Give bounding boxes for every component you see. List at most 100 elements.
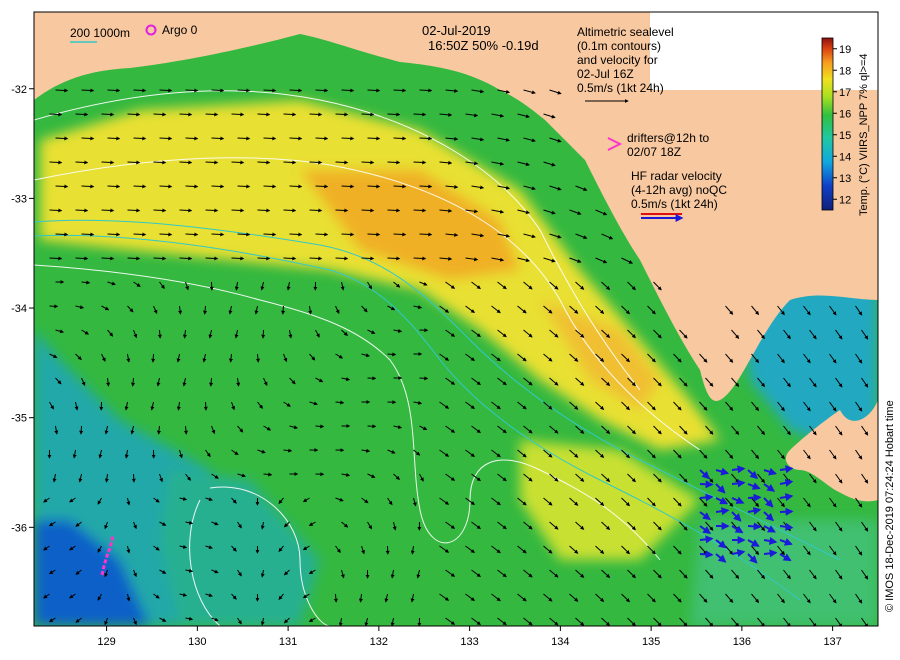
colorbar-tick-label: 19 — [839, 44, 851, 56]
altimetry-arrow — [133, 184, 147, 189]
altimetry-arrow — [289, 88, 303, 93]
x-tick-label: 130 — [188, 636, 206, 648]
altimetry-arrow — [153, 208, 167, 213]
altimetry-arrow — [393, 88, 407, 93]
altimetry-arrow — [133, 232, 147, 237]
altimetry-arrow — [205, 112, 219, 117]
colorbar-tick-label: 16 — [839, 108, 851, 120]
altimetry-arrow — [75, 208, 89, 213]
hf-radar-arrow — [747, 493, 762, 502]
altimetry-arrow — [335, 208, 349, 213]
altimetry-arrow — [107, 184, 121, 189]
altimetry-arrow — [153, 256, 167, 261]
depth-legend-label: 200 1000m — [70, 26, 130, 40]
altimetry-arrow — [179, 256, 193, 261]
altimetry-arrow — [185, 136, 199, 141]
altimetry-arrow — [413, 256, 427, 261]
altimetry-arrow — [81, 88, 95, 93]
hf-radar-arrow — [747, 522, 762, 531]
altimetry-arrow — [231, 208, 245, 213]
altimetry-arrow — [315, 424, 325, 429]
altimetry-arrow — [387, 208, 401, 213]
altimetry-arrow — [179, 112, 193, 117]
altimetry-arrow — [387, 352, 397, 357]
x-tick-label: 135 — [642, 636, 660, 648]
altimetry-arrow — [413, 208, 427, 213]
altimetry-arrow — [101, 256, 115, 261]
altimetry-arrow — [315, 232, 329, 237]
altimetry-arrow — [283, 160, 297, 165]
altimetry-arrow — [107, 88, 121, 93]
altimetry-arrow — [387, 112, 401, 117]
altimetry-arrow — [335, 112, 349, 117]
altimetry-arrow — [49, 256, 63, 261]
altimetry-arrow — [289, 184, 303, 189]
y-tick-label: -35 — [11, 413, 27, 425]
altimetry-arrow — [153, 160, 167, 165]
x-tick-label: 132 — [370, 636, 388, 648]
colorbar-ramp — [821, 37, 834, 211]
date-label: 02-Jul-2019 — [422, 23, 491, 38]
y-tick-label: -33 — [11, 193, 27, 205]
altimetry-arrow — [159, 136, 173, 141]
altimetry-arrow — [257, 208, 271, 213]
colorbar-tick-label: 13 — [839, 173, 851, 185]
altimetry-arrow — [75, 160, 89, 165]
altimetry-arrow — [79, 425, 84, 435]
altimetry-arrow — [419, 232, 433, 237]
altimetry-arrow — [231, 112, 245, 117]
altimetry-arrow — [127, 256, 141, 261]
hf-radar-arrow — [731, 479, 746, 488]
altimetry-arrow — [185, 232, 199, 237]
altimetry-arrow — [335, 256, 349, 261]
x-tick-label: 133 — [460, 636, 478, 648]
altimetry-arrow — [133, 136, 147, 141]
altimetry-arrow — [55, 136, 69, 141]
altimetry-arrow — [263, 232, 277, 237]
altimetry-arrow — [341, 232, 355, 237]
altimetry-arrow — [419, 136, 433, 141]
altimetry-arrow — [315, 184, 329, 189]
colorbar-tick-label: 18 — [839, 65, 851, 77]
altimetry-arrow — [413, 112, 427, 117]
x-tick-label: 129 — [97, 636, 115, 648]
y-tick-label: -34 — [11, 303, 27, 315]
colorbar-label: Temp. (°C) VIIRS_NPP 7% ql>=4 — [858, 53, 870, 216]
altimetry-arrow — [151, 353, 156, 363]
altimetry-arrow — [107, 136, 121, 141]
altimetry-arrow — [281, 305, 286, 315]
altimetry-arrow — [309, 208, 323, 213]
altimetry-arrow — [205, 160, 219, 165]
altimetry-arrow — [419, 88, 433, 93]
altimetry-arrow — [211, 232, 225, 237]
altimetry-arrow — [309, 160, 323, 165]
altimetry-arrow — [159, 232, 173, 237]
altimetry-arrow — [55, 184, 69, 189]
altimetry-arrow — [309, 112, 323, 117]
time-label: 16:50Z 50% -0.19d — [428, 38, 539, 53]
argo-label: Argo 0 — [162, 23, 198, 37]
altimetry-arrow — [75, 256, 89, 261]
altimetry-arrow — [237, 136, 251, 141]
altimetry-arrow — [263, 88, 277, 93]
altimetry-arrow — [361, 208, 375, 213]
altimetry-arrow — [75, 112, 89, 117]
altimetry-arrow — [341, 136, 355, 141]
altimetry-arrow — [55, 88, 69, 93]
hf-radar-arrow — [779, 507, 794, 516]
colorbar-tick-label: 17 — [839, 87, 851, 99]
altimetry-arrow — [49, 112, 63, 117]
hf-line-2: (4-12h avg) noQC — [631, 183, 727, 197]
altimetry-arrow — [209, 377, 214, 387]
altimetry-arrow — [341, 88, 355, 93]
altimetry-arrow — [49, 208, 63, 213]
altimetry-arrow — [237, 184, 251, 189]
y-tick-label: -32 — [11, 84, 27, 96]
altimetry-arrow — [367, 136, 381, 141]
altimetry-arrow — [185, 184, 199, 189]
altimetry-arrow — [211, 136, 225, 141]
altimetry-arrow — [367, 88, 381, 93]
colorbar-tick-label: 14 — [839, 151, 851, 163]
altimetry-arrow — [283, 112, 297, 117]
altimetry-arrow — [159, 184, 173, 189]
